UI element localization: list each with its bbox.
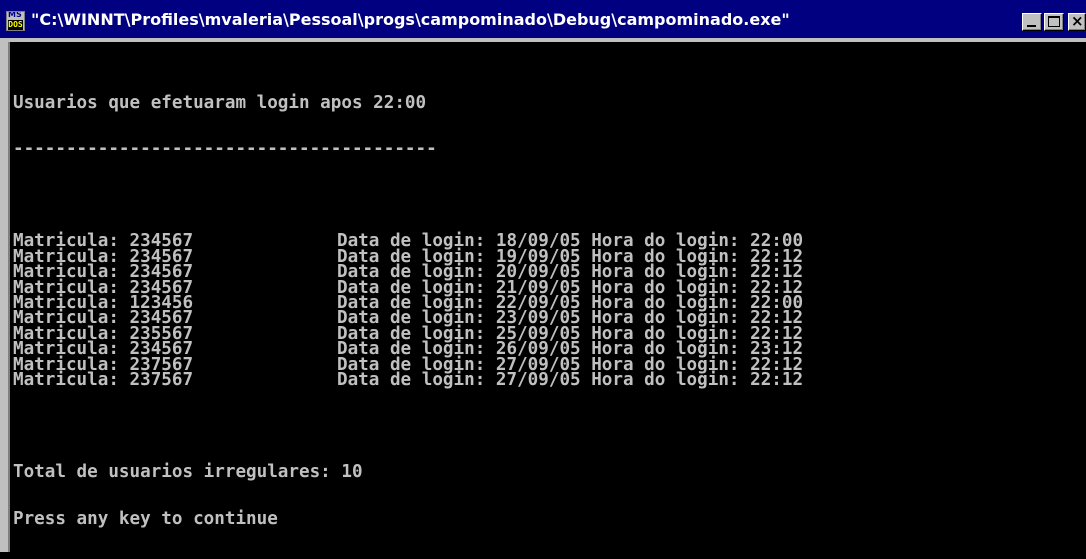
icon-ms-label: MS (8, 11, 22, 19)
continue-prompt: Press any key to continue (13, 508, 278, 529)
close-icon: × (1071, 12, 1084, 30)
heading-separator: ---------------------------------------- (13, 139, 437, 160)
title-bar[interactable]: MS DOS "C:\WINNT\Profiles\mvaleria\Pesso… (0, 0, 1086, 40)
minimize-button[interactable] (1022, 13, 1042, 31)
login-list: Matricula: 234567 Data de login: 18/09/05… (13, 232, 804, 390)
console-text-area: Usuarios que efetuaram login apos 22:00 … (13, 65, 803, 558)
console-window[interactable]: MS DOS "C:\WINNT\Profiles\mvaleria\Pesso… (0, 0, 1086, 552)
login-row: Matricula: 237567 Data de login: 27/09/05… (13, 369, 804, 390)
report-heading: Usuarios que efetuaram login apos 22:00 (13, 92, 427, 113)
login-detail-cell: Data de login: 27/09/05 Hora do login: 2… (337, 369, 804, 390)
ms-dos-icon[interactable]: MS DOS (6, 11, 25, 31)
maximize-icon (1048, 16, 1060, 27)
close-button[interactable]: × (1068, 13, 1086, 31)
console-output[interactable]: Usuarios que efetuaram login apos 22:00 … (8, 42, 1086, 552)
minimize-icon (1027, 25, 1036, 27)
icon-dos-label: DOS (8, 20, 23, 30)
window-title: "C:\WINNT\Profiles\mvaleria\Pessoal\prog… (31, 10, 790, 29)
total-line: Total de usuarios irregulares: 10 (13, 462, 363, 483)
matricula-cell: Matricula: 237567 (13, 369, 194, 390)
maximize-button[interactable] (1044, 13, 1064, 31)
